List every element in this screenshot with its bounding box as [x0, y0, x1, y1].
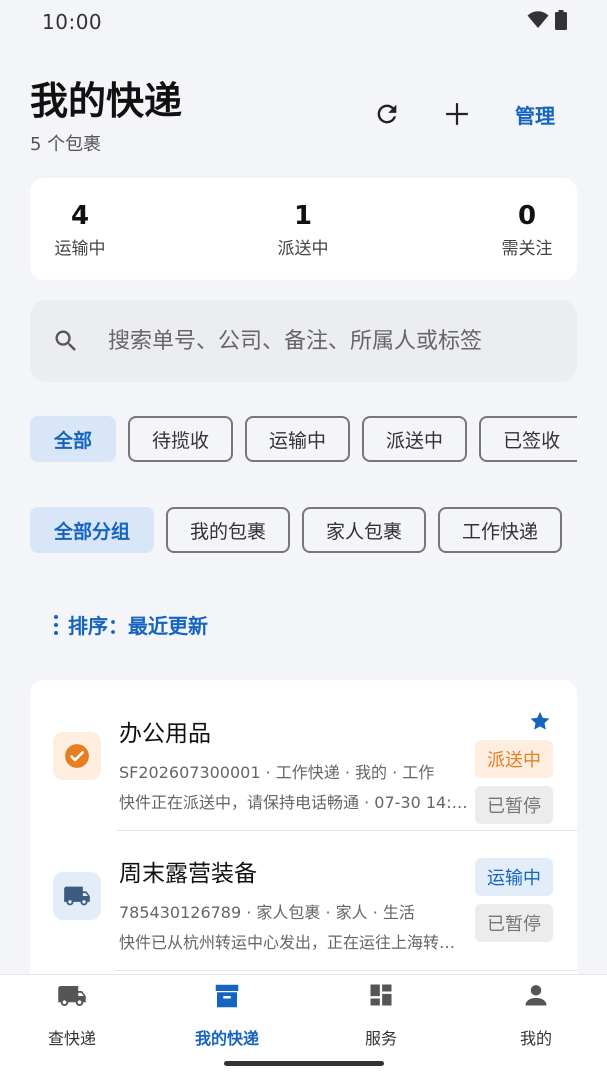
- search-box[interactable]: [30, 300, 577, 382]
- paused-badge: 已暂停: [475, 904, 553, 942]
- dashboard-icon: [370, 984, 392, 1006]
- status-icons: [527, 10, 567, 34]
- filter-chip-delivering[interactable]: 派送中: [362, 416, 468, 462]
- search-icon: [55, 330, 76, 351]
- nav-label: 我的快递: [194, 1029, 259, 1048]
- refresh-button[interactable]: [367, 94, 407, 134]
- manage-button[interactable]: 管理: [515, 100, 555, 129]
- stat-delivering[interactable]: 1 派送中: [263, 200, 343, 259]
- nav-track[interactable]: 查快递: [12, 975, 132, 1055]
- status-badge: 派送中: [475, 740, 553, 778]
- filter-chip-signed[interactable]: 已签收: [479, 416, 577, 462]
- battery-icon: [555, 10, 567, 34]
- nav-label: 服务: [364, 1029, 397, 1048]
- nav-label: 查快递: [47, 1029, 96, 1048]
- bottom-nav: 查快递 我的快递 服务 我的: [0, 974, 607, 1080]
- stat-value: 4: [70, 201, 90, 231]
- stat-in-transit[interactable]: 4 运输中: [40, 200, 120, 259]
- truck-icon: [64, 886, 90, 906]
- group-chip-mine[interactable]: 我的包裹: [166, 507, 291, 553]
- sort-button[interactable]: 排序：最近更新: [54, 610, 208, 639]
- add-icon: [446, 103, 468, 125]
- stat-value: 0: [517, 201, 537, 231]
- group-chip-all[interactable]: 全部分组: [30, 507, 155, 553]
- filter-chip-all[interactable]: 全部: [30, 416, 117, 462]
- package-icon-box: [53, 732, 101, 780]
- stat-attention[interactable]: 0 需关注: [487, 200, 567, 259]
- status-badge: 运输中: [475, 858, 553, 896]
- stat-label: 需关注: [501, 239, 553, 259]
- stat-value: 1: [293, 201, 313, 231]
- person-icon: [525, 985, 547, 1006]
- search-input[interactable]: [108, 328, 528, 354]
- status-filter-row: 全部 待揽收 运输中 派送中 已签收: [30, 416, 577, 464]
- truck-icon: [58, 986, 86, 1006]
- star-icon[interactable]: [529, 710, 551, 732]
- paused-badge: 已暂停: [475, 786, 553, 824]
- divider: [116, 970, 577, 971]
- filter-chip-pending-pickup[interactable]: 待揽收: [128, 416, 234, 462]
- package-title: 周末露营装备: [119, 861, 257, 887]
- list-item[interactable]: 办公用品 SF202607300001 · 工作快递 · 我的 · 工作 快件正…: [30, 692, 577, 832]
- stat-label: 派送中: [277, 239, 329, 259]
- more-vertical-icon: [54, 614, 58, 635]
- package-title: 办公用品: [119, 721, 211, 747]
- home-indicator[interactable]: [224, 1061, 384, 1066]
- add-button[interactable]: [437, 94, 477, 134]
- package-meta: 785430126789 · 家人包裹 · 家人 · 生活: [119, 903, 415, 922]
- nav-me[interactable]: 我的: [476, 975, 596, 1055]
- package-list: 办公用品 SF202607300001 · 工作快递 · 我的 · 工作 快件正…: [30, 680, 577, 1000]
- nav-label: 我的: [519, 1029, 552, 1048]
- check-circle-icon: [65, 744, 89, 768]
- group-filter-row: 全部分组 我的包裹 家人包裹 工作快递: [30, 507, 577, 555]
- archive-icon: [215, 984, 239, 1008]
- divider: [116, 830, 577, 831]
- filter-chip-in-transit[interactable]: 运输中: [245, 416, 351, 462]
- package-meta: SF202607300001 · 工作快递 · 我的 · 工作: [119, 763, 435, 782]
- stat-label: 运输中: [54, 239, 106, 259]
- nav-services[interactable]: 服务: [321, 975, 441, 1055]
- sort-label: 排序：最近更新: [68, 614, 208, 638]
- header-actions: 管理: [367, 94, 577, 134]
- package-icon-box: [53, 872, 101, 920]
- status-time: 10:00: [42, 10, 103, 34]
- group-chip-work[interactable]: 工作快递: [438, 507, 563, 553]
- package-desc: 快件正在派送中，请保持电话畅通 · 07-30 14:20: [119, 793, 469, 812]
- wifi-icon: [527, 11, 549, 33]
- group-chip-family[interactable]: 家人包裹: [302, 507, 427, 553]
- header: 我的快递 5 个包裹 管理: [30, 78, 577, 158]
- nav-my-packages[interactable]: 我的快递: [167, 975, 287, 1055]
- package-desc: 快件已从杭州转运中心发出，正在运往上海转运中心: [119, 933, 469, 952]
- list-item[interactable]: 周末露营装备 785430126789 · 家人包裹 · 家人 · 生活 快件已…: [30, 832, 577, 972]
- refresh-icon: [377, 104, 397, 124]
- stats-card: 4 运输中 1 派送中 0 需关注: [30, 178, 577, 280]
- status-bar: 10:00: [0, 0, 607, 42]
